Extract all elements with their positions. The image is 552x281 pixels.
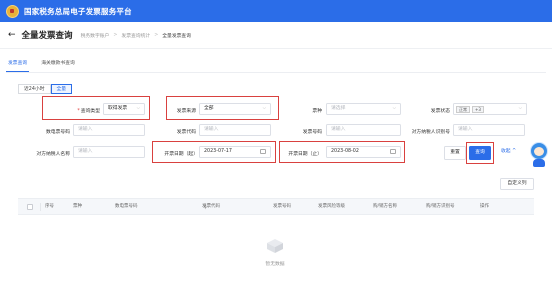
quick-filter-group: 近24小时 全量: [18, 84, 73, 94]
tab-invoice-query[interactable]: 发票查询: [6, 58, 30, 72]
app-title: 国家税务总局电子发票服务平台: [24, 6, 132, 16]
page-header: ← 全量发票查询 税务数字账户 > 发票查询统计 > 全量发票查询: [0, 22, 552, 49]
highlight-box: [279, 141, 405, 163]
highlight-box: [166, 96, 279, 120]
status-more-tag: +3: [472, 105, 484, 113]
tab-divider: [6, 72, 546, 73]
avatar-body: [533, 159, 545, 167]
column-header: 购/销方名称: [373, 204, 398, 209]
counter-name-input[interactable]: 请输入: [73, 146, 145, 158]
invoice-no-input[interactable]: 请输入: [326, 124, 401, 136]
column-header: 发票代码: [202, 204, 220, 209]
chevron-down-icon: ⌵: [392, 106, 396, 111]
custom-columns-button[interactable]: 自定义列: [500, 178, 534, 190]
page-title: 全量发票查询: [21, 31, 73, 41]
invoice-status-select[interactable]: 正常 +3 ⌵: [453, 103, 527, 115]
invoice-code-input[interactable]: 请输入: [199, 124, 271, 136]
invoice-code-label: 发票代码: [176, 130, 196, 135]
column-header: 发票风险等级: [318, 204, 345, 209]
digital-no-input[interactable]: 请输入: [73, 124, 145, 136]
empty-box-icon: [267, 239, 283, 253]
breadcrumb-item[interactable]: 税务数字账户: [81, 32, 110, 39]
counter-tax-id-label: 对方纳税人识别号: [411, 130, 450, 135]
tab-customs-payment-query[interactable]: 海关缴款书查询: [39, 58, 77, 72]
quick-filter-all[interactable]: 全量: [50, 84, 73, 94]
column-header: 票种: [73, 204, 82, 209]
invoice-status-label: 发票状态: [430, 109, 450, 114]
tab-bar: 发票查询 海关缴款书查询: [6, 58, 77, 72]
column-header: 发票号码: [273, 204, 291, 209]
quick-filter-24h[interactable]: 近24小时: [18, 84, 51, 94]
table-header: 序号 票种 数电票号码 ▲ ▼ 发票代码 发票号码 发票风险等级 购/销方名称 购…: [18, 198, 534, 215]
tax-emblem-icon: [6, 4, 19, 18]
top-bar: 国家税务总局电子发票服务平台: [0, 0, 552, 22]
assistant-avatar-icon[interactable]: [527, 140, 551, 168]
status-tag[interactable]: 正常: [456, 105, 470, 113]
column-header: 数电票号码: [115, 204, 138, 209]
counter-name-label: 对方纳税人名称: [36, 152, 70, 157]
collapse-toggle[interactable]: 收起 ^: [501, 146, 516, 158]
avatar-face: [534, 147, 544, 156]
ticket-type-select[interactable]: 请选择 ⌵: [326, 103, 401, 115]
column-header: 序号: [45, 204, 54, 209]
counter-tax-id-input[interactable]: 请输入: [453, 124, 525, 136]
highlight-box: [42, 96, 150, 120]
invoice-no-label: 发票号码: [302, 130, 322, 135]
select-all-checkbox[interactable]: [27, 204, 33, 210]
reset-button[interactable]: 重置: [444, 146, 466, 160]
chevron-down-icon: ⌵: [518, 106, 522, 111]
empty-text: 暂无数据: [265, 262, 285, 267]
breadcrumb-current: 全量发票查询: [162, 33, 192, 39]
column-header: 购/销方识别号: [426, 204, 455, 209]
highlight-box: [466, 142, 494, 164]
breadcrumb-separator-icon: >: [113, 32, 118, 38]
back-arrow-icon[interactable]: ←: [8, 30, 16, 40]
digital-no-label: 数电票号码: [46, 130, 70, 135]
breadcrumb-separator-icon: >: [154, 32, 159, 38]
highlight-box: [152, 141, 276, 163]
column-divider: [40, 203, 41, 211]
ticket-type-label: 票种: [312, 109, 322, 114]
column-header: 操作: [480, 204, 489, 209]
breadcrumb-item[interactable]: 发票查询统计: [121, 32, 150, 39]
